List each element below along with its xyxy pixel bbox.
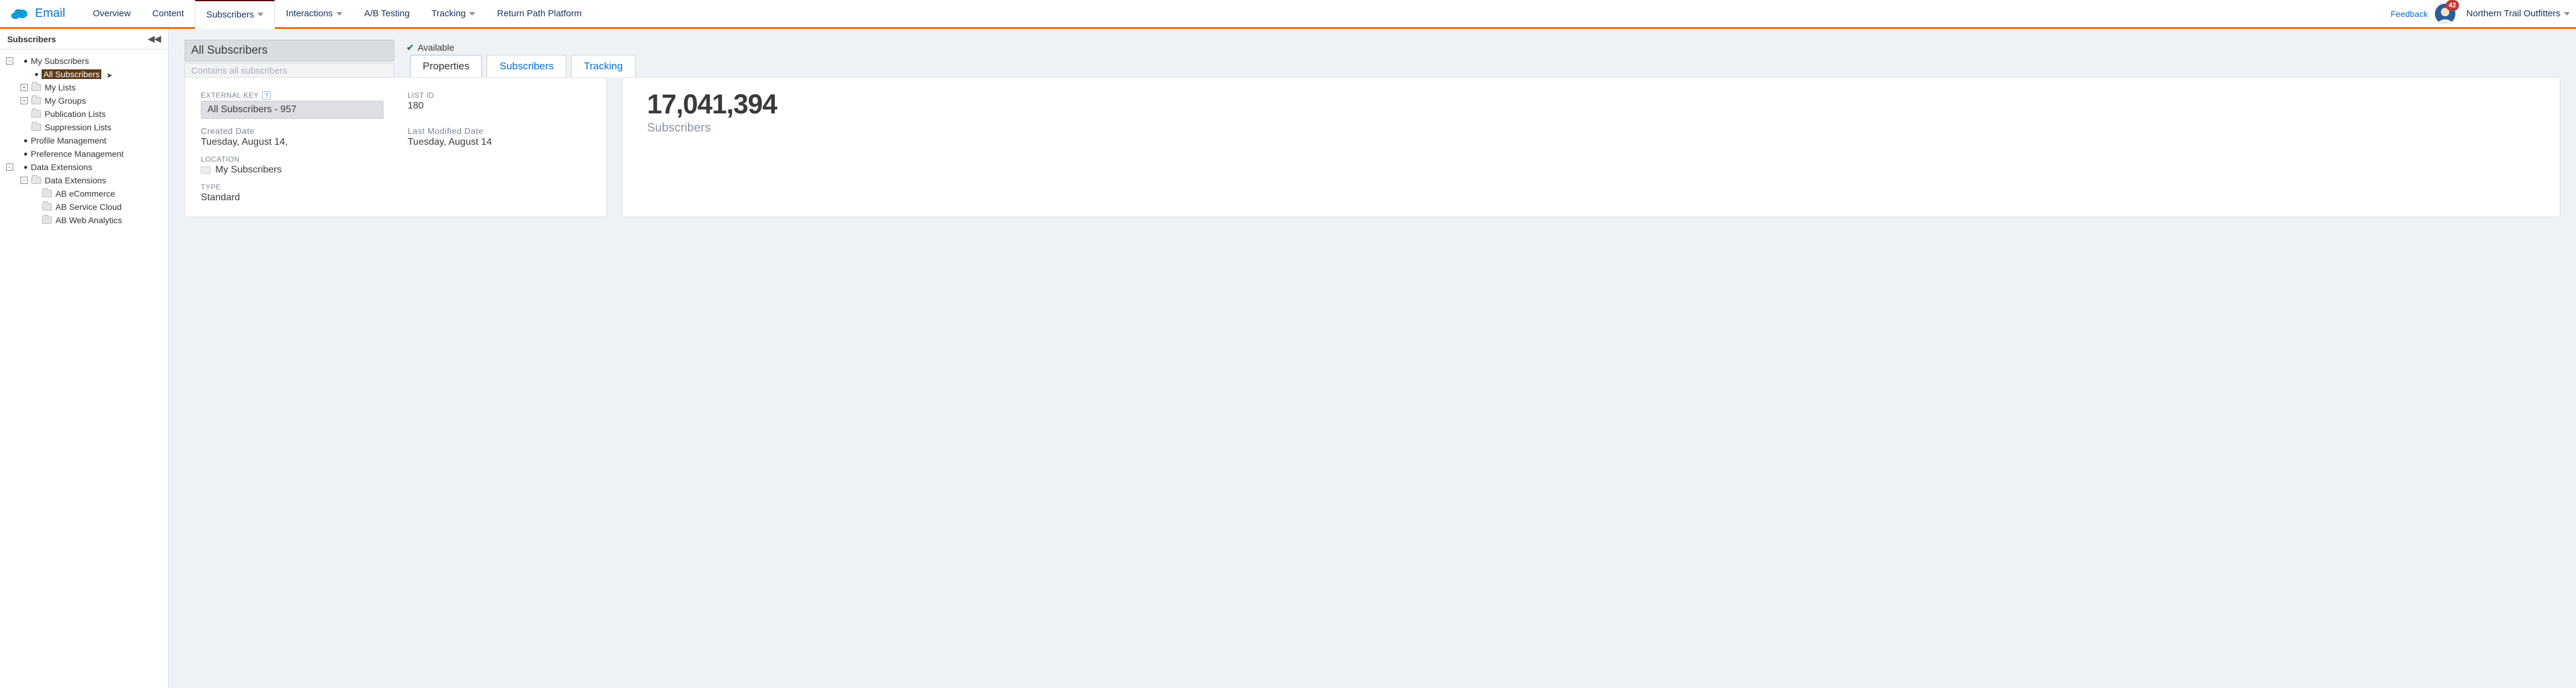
modified-date-value: Tuesday, August 14 bbox=[408, 137, 590, 148]
nav-tabs: Overview Content Subscribers Interaction… bbox=[82, 0, 2391, 28]
caret-down-icon bbox=[469, 12, 475, 16]
sidebar: Subscribers ◀◀ −My Subscribers All Subsc… bbox=[0, 29, 169, 688]
folder-icon bbox=[31, 84, 41, 91]
caret-down-icon bbox=[2564, 12, 2570, 16]
sidebar-header: Subscribers ◀◀ bbox=[0, 29, 168, 49]
tree-my-subscribers[interactable]: −My Subscribers bbox=[2, 54, 166, 68]
expand-toggle-icon[interactable]: + bbox=[21, 84, 28, 91]
subscriber-count-label: Subscribers bbox=[647, 121, 2536, 135]
caret-down-icon bbox=[336, 12, 343, 16]
tree-all-subscribers[interactable]: All Subscribers➤ bbox=[2, 68, 166, 81]
tree-ab-service-cloud[interactable]: AB Service Cloud bbox=[2, 200, 166, 214]
external-key-label: EXTERNAL KEY? bbox=[201, 91, 384, 100]
cursor-icon: ➤ bbox=[106, 71, 112, 80]
created-date-label: Created Date bbox=[201, 126, 384, 136]
body-area: Subscribers ◀◀ −My Subscribers All Subsc… bbox=[0, 29, 2576, 688]
status-text: Available bbox=[418, 43, 455, 53]
tab-ab-testing[interactable]: A/B Testing bbox=[353, 0, 421, 28]
tree-preference-management[interactable]: Preference Management bbox=[2, 147, 166, 160]
tree-my-lists[interactable]: +My Lists bbox=[2, 81, 166, 94]
tree-suppression-lists[interactable]: Suppression Lists bbox=[2, 121, 166, 134]
notification-badge: 42 bbox=[2446, 0, 2459, 11]
sidebar-title: Subscribers bbox=[7, 34, 56, 44]
feedback-link[interactable]: Feedback bbox=[2391, 9, 2428, 19]
content-row: EXTERNAL KEY? All Subscribers - 957 LIST… bbox=[169, 77, 2576, 233]
folder-icon bbox=[31, 124, 41, 131]
salesforce-logo-icon bbox=[10, 7, 29, 21]
caret-down-icon bbox=[257, 13, 264, 16]
tree-ab-ecommerce[interactable]: AB eCommerce bbox=[2, 187, 166, 200]
folder-icon bbox=[42, 217, 52, 224]
tab-subscribers[interactable]: Subscribers bbox=[195, 0, 275, 30]
collapse-icon[interactable]: ◀◀ bbox=[148, 34, 161, 44]
main-content: All Subscribers Contains all subscribers… bbox=[169, 29, 2576, 688]
location-value: My Subscribers bbox=[215, 165, 282, 176]
detail-tabs-row: Properties Subscribers Tracking bbox=[169, 55, 2576, 77]
tab-subscribers-detail[interactable]: Subscribers bbox=[487, 55, 566, 77]
list-id-value: 180 bbox=[408, 101, 590, 112]
modified-date-label: Last Modified Date bbox=[408, 126, 590, 136]
tab-tracking-detail[interactable]: Tracking bbox=[571, 55, 636, 77]
external-key-field[interactable]: All Subscribers - 957 bbox=[201, 101, 384, 119]
collapse-toggle-icon[interactable]: − bbox=[6, 163, 13, 171]
bullet-icon bbox=[24, 60, 27, 63]
top-right: Feedback 42 Northern Trail Outfitters bbox=[2391, 4, 2570, 24]
help-icon[interactable]: ? bbox=[262, 91, 271, 100]
folder-icon bbox=[31, 177, 41, 184]
properties-panel: EXTERNAL KEY? All Subscribers - 957 LIST… bbox=[185, 77, 607, 217]
collapse-toggle-icon[interactable]: − bbox=[21, 177, 28, 184]
tree-ab-web-analytics[interactable]: AB Web Analytics bbox=[2, 214, 166, 227]
bullet-icon bbox=[35, 73, 38, 76]
top-bar: Email Overview Content Subscribers Inter… bbox=[0, 0, 2576, 29]
collapse-toggle-icon[interactable]: − bbox=[6, 57, 13, 65]
type-label: TYPE bbox=[201, 183, 590, 191]
location-label: LOCATION bbox=[201, 155, 590, 163]
tab-properties[interactable]: Properties bbox=[410, 55, 482, 77]
tree-my-groups[interactable]: +My Groups bbox=[2, 94, 166, 107]
tab-tracking[interactable]: Tracking bbox=[420, 0, 486, 28]
app-name: Email bbox=[35, 7, 65, 21]
tree-data-extensions[interactable]: −Data Extensions bbox=[2, 174, 166, 187]
subscriber-count: 17,041,394 bbox=[647, 89, 2536, 120]
folder-icon bbox=[31, 110, 41, 118]
expand-toggle-icon[interactable]: + bbox=[21, 97, 28, 104]
type-value: Standard bbox=[201, 192, 590, 203]
list-id-label: LIST ID bbox=[408, 91, 590, 100]
bullet-icon bbox=[24, 139, 27, 142]
bullet-icon bbox=[24, 166, 27, 169]
bullet-icon bbox=[24, 153, 27, 156]
tab-content[interactable]: Content bbox=[142, 0, 195, 28]
tab-interactions[interactable]: Interactions bbox=[275, 0, 353, 28]
tree-profile-management[interactable]: Profile Management bbox=[2, 134, 166, 147]
status-indicator: ✔ Available bbox=[406, 40, 454, 53]
account-switcher[interactable]: Northern Trail Outfitters bbox=[2466, 8, 2570, 19]
nav-tree: −My Subscribers All Subscribers➤ +My Lis… bbox=[0, 49, 168, 232]
folder-icon bbox=[201, 166, 210, 174]
folder-icon bbox=[42, 190, 52, 197]
tab-return-path[interactable]: Return Path Platform bbox=[486, 0, 592, 28]
tree-data-extensions-root[interactable]: −Data Extensions bbox=[2, 160, 166, 174]
folder-icon bbox=[31, 97, 41, 104]
checkmark-icon: ✔ bbox=[406, 42, 414, 53]
subscriber-count-panel: 17,041,394 Subscribers bbox=[622, 77, 2560, 217]
created-date-value: Tuesday, August 14, bbox=[201, 137, 384, 148]
tab-overview[interactable]: Overview bbox=[82, 0, 142, 28]
avatar[interactable]: 42 bbox=[2435, 4, 2455, 24]
tree-publication-lists[interactable]: Publication Lists bbox=[2, 107, 166, 121]
folder-icon bbox=[42, 203, 52, 210]
